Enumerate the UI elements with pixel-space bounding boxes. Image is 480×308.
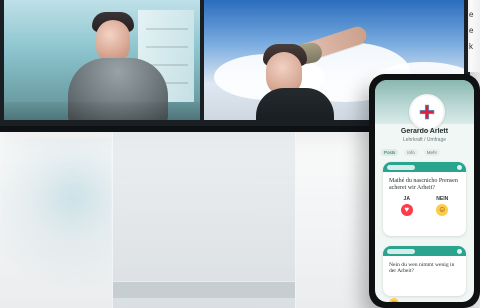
smile-icon: ☺ — [436, 203, 449, 216]
profile-avatar[interactable] — [409, 94, 445, 130]
poll-answer-no[interactable]: NEIN ☺ — [425, 196, 461, 216]
tab-more[interactable]: Mehr — [424, 149, 440, 156]
answer-yes-label: JA — [403, 195, 410, 202]
shirt — [256, 88, 334, 120]
poll-answer-yes[interactable]: JA ♥ — [389, 196, 425, 216]
desk-shadow — [4, 102, 200, 120]
poll-answers-1: JA ♥ NEIN ☺ — [383, 192, 466, 216]
poll-header-pill — [387, 248, 415, 254]
poll-card-header — [383, 162, 466, 172]
smartphone: Gerardo Arlett Lehrkraft / Umfrage Posts… — [369, 74, 480, 308]
poll-question-2: Nein du wen nimmt wenig in der Arbeit? — [389, 262, 455, 275]
edge-text-1: e — [469, 10, 474, 19]
head — [96, 20, 130, 62]
profile-subtitle: Lehrkraft / Umfrage — [402, 137, 447, 143]
phone-screen: Gerardo Arlett Lehrkraft / Umfrage Posts… — [375, 80, 474, 302]
right-edge-fragments: e e k — [468, 0, 480, 72]
smile-icon[interactable]: ☺ — [389, 298, 399, 302]
poll-header-dot — [457, 164, 462, 170]
edge-text-3: k — [469, 42, 473, 51]
glass-panel — [112, 132, 296, 308]
profile-name: Gerardo Arlett — [400, 128, 449, 135]
medical-cross-logo-icon — [419, 104, 435, 120]
left-blur — [0, 138, 112, 308]
poll-card-2: Nein du wen nimmt wenig in der Arbeit? — [383, 246, 466, 296]
left-video-tile — [4, 0, 200, 120]
edge-text-2: e — [469, 26, 474, 35]
poll-header-pill — [387, 164, 415, 170]
poll-question-1: Mathé du nascnicho Prensen acheret wir A… — [389, 178, 458, 191]
tab-info[interactable]: Info — [404, 149, 418, 156]
answer-no-label: NEIN — [436, 195, 449, 202]
profile-tabs: Posts Info Mehr — [381, 146, 468, 158]
photo-scene: e e k Gerardo Arlett Lehrkraft / Umfrage… — [0, 0, 480, 308]
poll-card-header — [383, 246, 466, 256]
poll-card-1: Mathé du nascnicho Prensen acheret wir A… — [383, 162, 466, 236]
bottom-reactions: ☺ ♥ — [389, 298, 399, 302]
tab-posts[interactable]: Posts — [381, 148, 399, 156]
heart-icon: ♥ — [400, 203, 413, 216]
person-right — [248, 24, 388, 120]
poll-header-dot — [457, 248, 462, 254]
